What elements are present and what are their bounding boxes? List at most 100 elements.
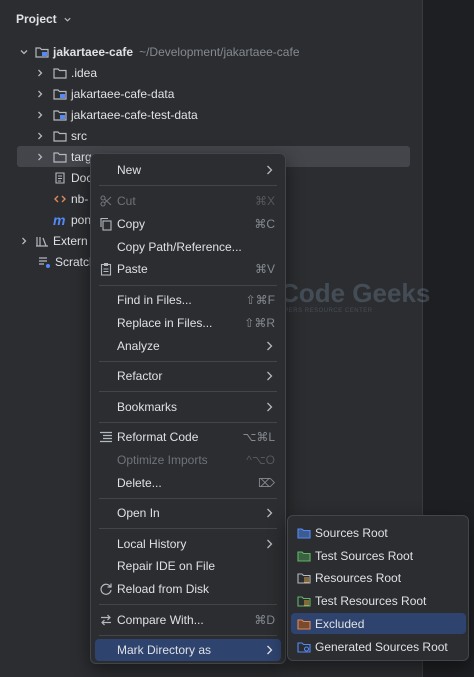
sources-root-folder-icon — [297, 528, 311, 539]
menu-item-label: Replace in Files... — [117, 316, 213, 330]
tree-item-test-data[interactable]: jakartaee-cafe-test-data — [0, 104, 410, 125]
shortcut: ⌥⌘L — [242, 430, 275, 444]
document-icon — [55, 171, 65, 184]
menu-item-mark-directory-as[interactable]: Mark Directory as — [95, 639, 281, 661]
menu-item-cut[interactable]: Cut ⌘X — [95, 190, 281, 212]
menu-item-analyze[interactable]: Analyze — [95, 335, 281, 357]
submenu-item-test-resources-root[interactable]: Test Resources Root — [291, 590, 466, 611]
menu-item-label: Bookmarks — [117, 400, 178, 414]
collapsed-arrow-icon[interactable] — [35, 68, 45, 78]
menu-item-label: Refactor — [117, 369, 163, 383]
shortcut: ⌦ — [258, 476, 275, 490]
menu-separator — [99, 285, 277, 286]
menu-separator — [99, 391, 277, 392]
module-folder-icon — [53, 109, 67, 121]
context-menu: New Cut ⌘X Copy ⌘C Copy Path/Reference..… — [90, 153, 286, 664]
resources-folder-icon — [297, 573, 311, 584]
maven-icon: m — [53, 211, 66, 228]
module-folder-icon — [35, 46, 49, 58]
library-icon — [36, 236, 48, 247]
project-panel-header[interactable]: Project — [16, 11, 72, 27]
menu-separator — [99, 528, 277, 529]
scissors-icon — [100, 195, 112, 207]
tree-item-src[interactable]: src — [0, 125, 410, 146]
mark-directory-submenu: Sources Root Test Sources Root Resources… — [287, 515, 469, 661]
menu-separator — [99, 185, 277, 186]
collapsed-arrow-icon[interactable] — [35, 110, 45, 120]
excluded-folder-icon — [297, 619, 311, 630]
tree-item-label: nb- — [71, 191, 89, 206]
menu-item-delete[interactable]: Delete... ⌦ — [95, 472, 281, 494]
submenu-item-label: Test Resources Root — [315, 594, 427, 608]
tree-item-label: src — [71, 128, 87, 143]
tree-item-idea[interactable]: .idea — [0, 62, 410, 83]
tree-item-data[interactable]: jakartaee-cafe-data — [0, 83, 410, 104]
menu-item-label: Cut — [117, 194, 136, 208]
tree-item-label: pon — [71, 212, 92, 227]
expanded-arrow-icon[interactable] — [19, 47, 29, 57]
collapsed-arrow-icon[interactable] — [35, 131, 45, 141]
menu-item-replace-in-files[interactable]: Replace in Files... ⇧⌘R — [95, 312, 281, 334]
clipboard-icon — [100, 263, 112, 276]
collapsed-arrow-icon[interactable] — [35, 89, 45, 99]
submenu-item-resources-root[interactable]: Resources Root — [291, 567, 466, 588]
folder-icon — [53, 67, 67, 79]
menu-item-compare-with[interactable]: Compare With... ⌘D — [95, 609, 281, 631]
menu-item-label: Open In — [117, 506, 160, 520]
test-resources-folder-icon — [297, 596, 311, 607]
collapsed-arrow-icon[interactable] — [35, 152, 45, 162]
folder-icon — [53, 130, 67, 142]
menu-item-refactor[interactable]: Refactor — [95, 365, 281, 387]
tree-root-row[interactable]: jakartaee-cafe ~/Development/jakartaee-c… — [0, 41, 410, 62]
menu-item-repair-ide[interactable]: Repair IDE on File — [95, 555, 281, 577]
folder-icon — [53, 151, 67, 163]
menu-item-label: Analyze — [117, 339, 160, 353]
menu-item-local-history[interactable]: Local History — [95, 533, 281, 555]
menu-item-label: Optimize Imports — [117, 453, 208, 467]
tree-item-label: .idea — [71, 65, 98, 80]
submenu-arrow-icon — [267, 341, 273, 351]
menu-item-new[interactable]: New — [95, 159, 281, 181]
submenu-arrow-icon — [267, 402, 273, 412]
submenu-item-label: Excluded — [315, 617, 365, 631]
menu-item-copy[interactable]: Copy ⌘C — [95, 213, 281, 235]
menu-separator — [99, 361, 277, 362]
menu-item-label: Copy — [117, 217, 146, 231]
shortcut: ⌘X — [254, 194, 275, 208]
reformat-icon — [100, 431, 112, 443]
scratches-icon — [39, 256, 50, 268]
submenu-arrow-icon — [267, 539, 273, 549]
module-folder-icon — [53, 88, 67, 100]
shortcut: ^⌥O — [246, 453, 275, 467]
reload-icon — [100, 583, 112, 595]
test-sources-folder-icon — [297, 551, 311, 562]
menu-separator — [99, 498, 277, 499]
menu-separator — [99, 604, 277, 605]
submenu-item-label: Generated Sources Root — [315, 640, 448, 654]
collapsed-arrow-icon[interactable] — [19, 236, 29, 246]
menu-item-open-in[interactable]: Open In — [95, 502, 281, 524]
submenu-item-excluded[interactable]: Excluded — [291, 613, 466, 634]
submenu-item-sources-root[interactable]: Sources Root — [291, 522, 466, 543]
menu-item-reload-from-disk[interactable]: Reload from Disk — [95, 578, 281, 600]
chevron-down-icon[interactable] — [63, 15, 72, 24]
submenu-item-test-sources-root[interactable]: Test Sources Root — [291, 545, 466, 566]
submenu-arrow-icon — [267, 165, 273, 175]
menu-item-copy-path[interactable]: Copy Path/Reference... — [95, 236, 281, 258]
menu-separator — [99, 422, 277, 423]
menu-item-label: Reload from Disk — [117, 582, 210, 596]
submenu-item-generated-sources-root[interactable]: Generated Sources Root — [291, 636, 466, 657]
menu-item-paste[interactable]: Paste ⌘V — [95, 258, 281, 280]
menu-item-label: Reformat Code — [117, 430, 199, 444]
shortcut: ⌘C — [254, 217, 275, 231]
menu-item-label: Copy Path/Reference... — [117, 240, 242, 254]
menu-item-bookmarks[interactable]: Bookmarks — [95, 396, 281, 418]
xml-file-icon — [54, 195, 66, 202]
menu-item-label: Local History — [117, 537, 187, 551]
menu-item-label: Delete... — [117, 476, 162, 490]
root-path: ~/Development/jakartaee-cafe — [139, 44, 300, 59]
copy-icon — [100, 217, 112, 231]
menu-item-reformat-code[interactable]: Reformat Code ⌥⌘L — [95, 426, 281, 448]
menu-item-optimize-imports[interactable]: Optimize Imports ^⌥O — [95, 449, 281, 471]
menu-item-find-in-files[interactable]: Find in Files... ⇧⌘F — [95, 289, 281, 311]
